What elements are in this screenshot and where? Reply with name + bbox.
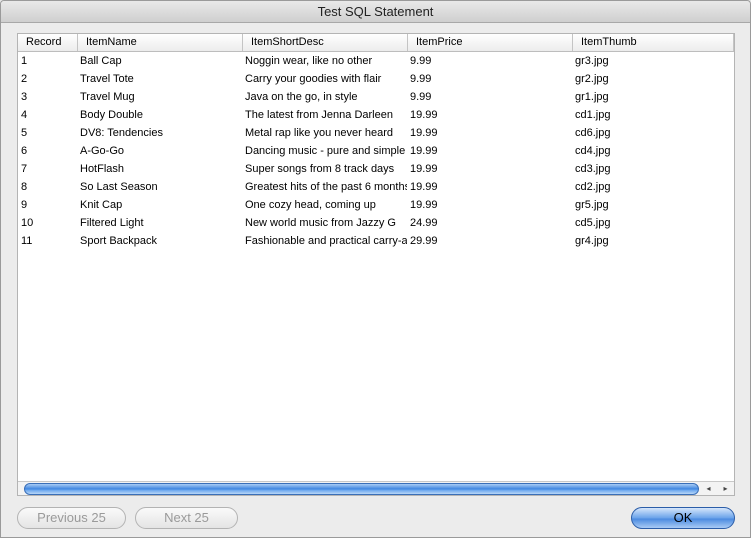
scroll-left-icon[interactable]: ◂ (700, 482, 717, 495)
cell-itemname: Travel Mug (80, 91, 135, 103)
cell-itemprice: 19.99 (410, 109, 438, 121)
table-body: 1 Ball Cap Noggin wear, like no other 9.… (18, 52, 734, 482)
cell-itemprice: 19.99 (410, 181, 438, 193)
table-header: Record ItemName ItemShortDesc ItemPrice … (18, 34, 734, 52)
scrollbar-thumb[interactable] (24, 483, 699, 495)
table-row[interactable]: 11 Sport Backpack Fashionable and practi… (18, 232, 734, 250)
cell-itemprice: 19.99 (410, 145, 438, 157)
cell-itemshortdesc: Metal rap like you never heard (245, 127, 393, 139)
cell-itemprice: 19.99 (410, 127, 438, 139)
cell-itemprice: 9.99 (410, 91, 432, 103)
cell-itemthumb: cd1.jpg (575, 109, 611, 121)
previous-25-button[interactable]: Previous 25 (17, 507, 126, 529)
scroll-arrows: ◂ ▸ (700, 482, 734, 495)
cell-itemname: Travel Tote (80, 73, 134, 85)
cell-itemshortdesc: Noggin wear, like no other (245, 55, 373, 67)
cell-itemthumb: gr1.jpg (575, 91, 609, 103)
table-row[interactable]: 2 Travel Tote Carry your goodies with fl… (18, 70, 734, 88)
cell-itemprice: 24.99 (410, 217, 438, 229)
cell-itemname: Filtered Light (80, 217, 144, 229)
table-row[interactable]: 7 HotFlash Super songs from 8 track days… (18, 160, 734, 178)
cell-itemthumb: gr3.jpg (575, 55, 609, 67)
cell-record: 6 (21, 145, 28, 157)
cell-itemthumb: cd5.jpg (575, 217, 611, 229)
cell-itemname: Sport Backpack (80, 235, 158, 247)
cell-itemname: Body Double (80, 109, 143, 121)
cell-itemprice: 9.99 (410, 73, 432, 85)
cell-itemshortdesc: Greatest hits of the past 6 months (245, 181, 407, 193)
next-25-button[interactable]: Next 25 (135, 507, 238, 529)
table-row[interactable]: 5 DV8: Tendencies Metal rap like you nev… (18, 124, 734, 142)
cell-itemthumb: cd2.jpg (575, 181, 611, 193)
column-header-itemname[interactable]: ItemName (78, 34, 243, 51)
column-header-itemshortdesc[interactable]: ItemShortDesc (243, 34, 408, 51)
table-row[interactable]: 9 Knit Cap One cozy head, coming up 19.9… (18, 196, 734, 214)
cell-itemshortdesc: Super songs from 8 track days (245, 163, 395, 175)
cell-itemprice: 9.99 (410, 55, 432, 67)
cell-record: 1 (21, 55, 28, 67)
column-header-record[interactable]: Record (18, 34, 78, 51)
table-row[interactable]: 4 Body Double The latest from Jenna Darl… (18, 106, 734, 124)
table-row[interactable]: 10 Filtered Light New world music from J… (18, 214, 734, 232)
cell-record: 10 (21, 217, 34, 229)
cell-record: 3 (21, 91, 28, 103)
results-table: Record ItemName ItemShortDesc ItemPrice … (17, 33, 735, 496)
cell-itemprice: 19.99 (410, 163, 438, 175)
cell-itemshortdesc: Carry your goodies with flair (245, 73, 382, 85)
cell-itemthumb: gr4.jpg (575, 235, 609, 247)
column-header-itemthumb[interactable]: ItemThumb (573, 34, 734, 51)
cell-itemshortdesc: New world music from Jazzy G (245, 217, 396, 229)
cell-itemthumb: gr2.jpg (575, 73, 609, 85)
ok-button[interactable]: OK (631, 507, 735, 529)
window-title: Test SQL Statement (1, 1, 750, 23)
cell-itemshortdesc: Dancing music - pure and simple (245, 145, 406, 157)
cell-itemprice: 19.99 (410, 199, 438, 211)
cell-itemshortdesc: Java on the go, in style (245, 91, 358, 103)
cell-record: 5 (21, 127, 28, 139)
cell-record: 2 (21, 73, 28, 85)
cell-itemname: HotFlash (80, 163, 125, 175)
cell-itemname: A-Go-Go (80, 145, 125, 157)
cell-itemname: Ball Cap (80, 55, 122, 67)
cell-itemname: DV8: Tendencies (80, 127, 163, 139)
horizontal-scrollbar[interactable]: ◂ ▸ (18, 481, 734, 495)
cell-itemname: So Last Season (80, 181, 158, 193)
cell-itemshortdesc: One cozy head, coming up (245, 199, 376, 211)
cell-record: 7 (21, 163, 28, 175)
column-header-itemprice[interactable]: ItemPrice (408, 34, 573, 51)
cell-itemthumb: cd6.jpg (575, 127, 611, 139)
cell-record: 8 (21, 181, 28, 193)
cell-itemthumb: cd4.jpg (575, 145, 611, 157)
cell-itemshortdesc: Fashionable and practical carry-all (245, 235, 407, 247)
scroll-right-icon[interactable]: ▸ (717, 482, 734, 495)
cell-itemthumb: cd3.jpg (575, 163, 611, 175)
table-row[interactable]: 1 Ball Cap Noggin wear, like no other 9.… (18, 52, 734, 70)
cell-record: 9 (21, 199, 28, 211)
table-row[interactable]: 3 Travel Mug Java on the go, in style 9.… (18, 88, 734, 106)
cell-record: 11 (21, 235, 33, 247)
test-sql-dialog: Test SQL Statement Record ItemName ItemS… (0, 0, 751, 538)
cell-itemprice: 29.99 (410, 235, 438, 247)
cell-itemname: Knit Cap (80, 199, 123, 211)
cell-record: 4 (21, 109, 28, 121)
cell-itemthumb: gr5.jpg (575, 199, 609, 211)
table-row[interactable]: 6 A-Go-Go Dancing music - pure and simpl… (18, 142, 734, 160)
table-row[interactable]: 8 So Last Season Greatest hits of the pa… (18, 178, 734, 196)
cell-itemshortdesc: The latest from Jenna Darleen (245, 109, 393, 121)
